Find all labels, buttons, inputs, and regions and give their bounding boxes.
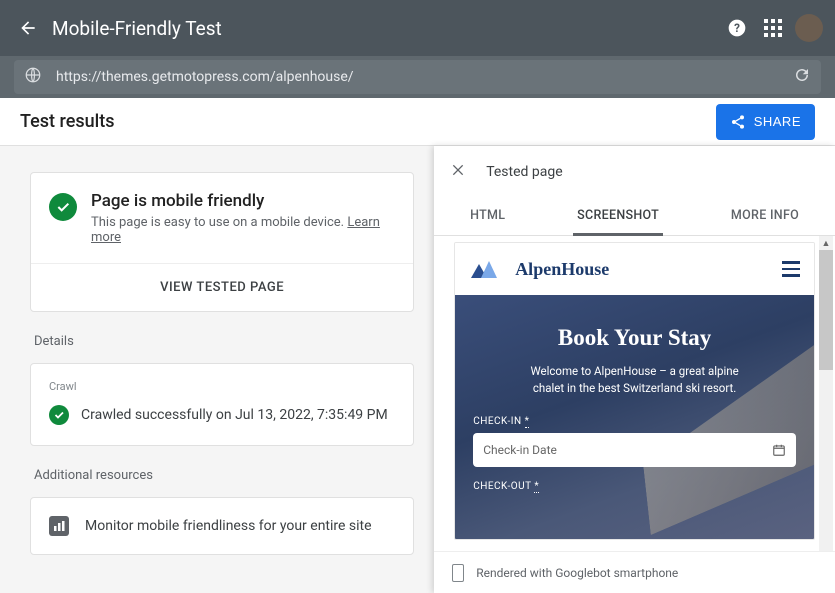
share-button[interactable]: SHARE [716,104,815,140]
status-subtitle: This page is easy to use on a mobile dev… [91,215,395,245]
hero-title: Book Your Stay [473,325,796,351]
bar-chart-icon [49,516,69,536]
share-icon [730,114,746,130]
right-panel-header: Tested page [434,146,835,198]
apps-grid-icon [764,19,782,37]
preview-area: ▲ AlpenHouse Book Your Stay Welcome to A… [434,236,835,551]
crawl-success-icon [49,405,69,425]
help-icon: ? [727,18,747,38]
app-title: Mobile-Friendly Test [52,17,222,40]
checkin-placeholder: Check-in Date [483,443,557,457]
status-card: Page is mobile friendly This page is eas… [30,172,414,312]
preview-hero: Book Your Stay Welcome to AlpenHouse – a… [455,295,814,539]
url-input-wrap[interactable]: https://themes.getmotopress.com/alpenhou… [14,60,821,94]
url-text: https://themes.getmotopress.com/alpenhou… [56,69,793,85]
help-button[interactable]: ? [719,18,755,38]
right-panel: Tested page HTML SCREENSHOT MORE INFO ▲ … [434,146,835,593]
crawl-result-text: Crawled successfully on Jul 13, 2022, 7:… [81,407,388,423]
results-header: Test results SHARE [0,98,835,146]
apps-button[interactable] [755,19,791,37]
tab-more-info[interactable]: MORE INFO [727,198,803,235]
reload-icon [793,66,811,84]
mobile-preview: AlpenHouse Book Your Stay Welcome to Alp… [454,242,815,540]
preview-site-header: AlpenHouse [455,243,814,295]
details-label: Details [34,334,414,349]
hero-subtitle: Welcome to AlpenHouse – a great alpine c… [515,363,755,398]
smartphone-icon [452,564,464,582]
app-header: Mobile-Friendly Test ? [0,0,835,56]
checkin-input[interactable]: Check-in Date [473,433,796,467]
crawl-heading: Crawl [49,380,395,393]
close-icon [450,162,466,178]
success-check-icon [49,193,77,221]
monitor-card[interactable]: Monitor mobile friendliness for your ent… [30,497,414,555]
calendar-icon [772,443,786,457]
crawl-card[interactable]: Crawl Crawled successfully on Jul 13, 20… [30,363,414,446]
status-title: Page is mobile friendly [91,191,395,211]
main-area: Page is mobile friendly This page is eas… [0,146,835,593]
left-column: Page is mobile friendly This page is eas… [0,146,434,593]
tested-page-title: Tested page [486,164,562,180]
account-avatar[interactable] [795,14,823,42]
site-logo-icon [469,258,499,280]
view-tested-page-button[interactable]: VIEW TESTED PAGE [49,264,395,311]
preview-tabs: HTML SCREENSHOT MORE INFO [434,198,835,236]
monitor-text: Monitor mobile friendliness for your ent… [85,518,372,534]
checkin-label: CHECK-IN * [473,416,796,427]
back-button[interactable] [12,18,44,38]
share-label: SHARE [754,114,801,129]
hamburger-menu-button[interactable] [782,261,800,277]
tab-html[interactable]: HTML [466,198,509,235]
footer-text: Rendered with Googlebot smartphone [476,566,678,580]
checkout-label: CHECK-OUT * [473,481,796,492]
additional-label: Additional resources [34,468,414,483]
scrollbar-thumb[interactable] [819,250,833,370]
globe-icon [24,66,42,88]
results-title: Test results [20,111,114,132]
site-brand: AlpenHouse [515,259,609,280]
tab-screenshot[interactable]: SCREENSHOT [573,198,663,235]
close-panel-button[interactable] [450,162,466,182]
arrow-left-icon [18,18,38,38]
right-panel-footer: Rendered with Googlebot smartphone [434,551,835,593]
url-bar: https://themes.getmotopress.com/alpenhou… [0,56,835,98]
svg-text:?: ? [734,21,740,35]
scroll-up-arrow[interactable]: ▲ [819,236,833,250]
reload-button[interactable] [793,66,811,88]
